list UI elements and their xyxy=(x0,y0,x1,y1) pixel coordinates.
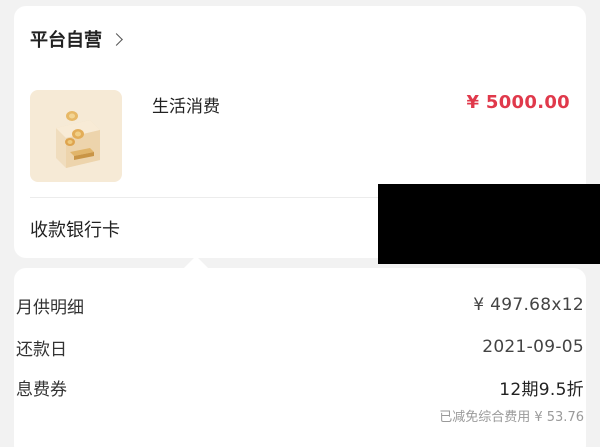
due-date-label: 还款日 xyxy=(16,339,67,360)
store-name: 平台自营 xyxy=(30,30,102,51)
chevron-right-icon xyxy=(110,32,123,46)
coupon-label: 息费券 xyxy=(16,379,67,400)
store-header[interactable]: 平台自营 xyxy=(30,24,123,54)
redaction-block xyxy=(378,184,600,264)
card-notch xyxy=(184,256,208,268)
due-date-row: 还款日 2021-09-05 xyxy=(16,334,584,360)
coupon-savings-note: 已减免综合费用 ¥ 53.76 xyxy=(439,409,584,425)
monthly-payment-label: 月供明细 xyxy=(16,297,84,318)
page: 平台自营 生活消费 ¥ 5000.00 收款银行卡 月供明细 ¥ 497.68x… xyxy=(0,0,600,447)
due-date-value: 2021-09-05 xyxy=(482,337,584,357)
monthly-payment-value: ¥ 497.68x12 xyxy=(473,295,584,315)
coupon-row[interactable]: 息费券 12期9.5折 xyxy=(16,374,584,400)
monthly-payment-row[interactable]: 月供明细 ¥ 497.68x12 xyxy=(16,292,584,318)
product-name: 生活消费 xyxy=(152,97,220,117)
bank-card-label[interactable]: 收款银行卡 xyxy=(30,216,120,242)
coins-box-icon xyxy=(56,111,100,168)
product-price: ¥ 5000.00 xyxy=(466,92,570,113)
product-thumbnail xyxy=(30,90,122,182)
coupon-note-row: 已减免综合费用 ¥ 53.76 xyxy=(16,402,584,428)
coupon-value: 12期9.5折 xyxy=(499,379,584,400)
